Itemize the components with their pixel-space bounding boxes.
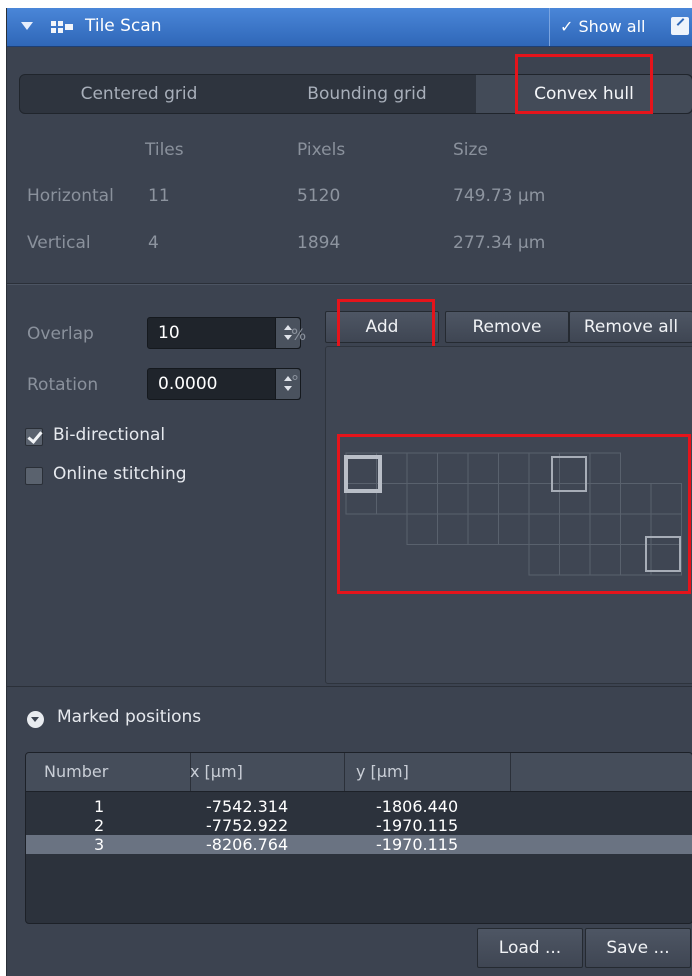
expand-circle-icon[interactable] <box>27 711 44 728</box>
undock-icon[interactable] <box>671 17 689 35</box>
divider <box>7 686 692 687</box>
collapse-chevron-icon[interactable] <box>21 22 33 30</box>
highlight-convex-hull <box>515 54 653 114</box>
column-number[interactable]: Number <box>26 753 191 791</box>
tile-scan-icon <box>51 21 73 33</box>
table-header: Number x [µm] y [µm] <box>26 753 692 792</box>
column-y[interactable]: y [µm] <box>356 753 511 791</box>
vertical-pixels: 1894 <box>297 233 341 253</box>
row-vertical-label: Vertical <box>27 233 91 253</box>
col-tiles: Tiles <box>145 140 184 160</box>
tile-scan-panel: Tile Scan ✓ Show all Centered grid Bound… <box>6 8 692 976</box>
overlap-spinbox[interactable]: 10 <box>147 317 301 349</box>
col-pixels: Pixels <box>297 140 346 160</box>
divider <box>7 284 692 285</box>
table-row[interactable]: 1 -7542.314 -1806.440 <box>26 797 692 816</box>
rotation-unit: ° <box>291 372 299 391</box>
marked-positions-label: Marked positions <box>57 707 202 727</box>
show-all-button[interactable]: ✓ Show all <box>549 8 655 46</box>
bi-directional-checkbox[interactable] <box>25 428 43 446</box>
online-stitching-checkbox[interactable] <box>25 467 43 485</box>
highlight-add <box>337 299 435 351</box>
row-x: -7542.314 <box>206 797 289 816</box>
horizontal-size: 749.73 µm <box>453 186 546 206</box>
remove-all-button[interactable]: Remove all <box>569 311 692 343</box>
row-number: 1 <box>94 797 105 816</box>
panel-title: Tile Scan <box>85 16 162 36</box>
marked-positions-table: Number x [µm] y [µm] 1 -7542.314 -1806.440… <box>25 752 692 924</box>
bi-directional-label[interactable]: Bi-directional <box>53 425 165 445</box>
row-y: -1970.115 <box>376 816 459 835</box>
row-y: -1970.115 <box>376 835 459 854</box>
row-x: -7752.922 <box>206 816 289 835</box>
row-horizontal-label: Horizontal <box>27 186 114 206</box>
vertical-tiles: 4 <box>148 233 159 253</box>
row-y: -1806.440 <box>376 797 459 816</box>
col-size: Size <box>453 140 488 160</box>
table-row[interactable]: 2 -7752.922 -1970.115 <box>26 816 692 835</box>
check-icon: ✓ <box>560 17 574 36</box>
rotation-spinbox[interactable]: 0.0000 <box>147 368 301 400</box>
row-number: 3 <box>94 835 105 854</box>
online-stitching-label[interactable]: Online stitching <box>53 464 187 484</box>
vertical-size: 277.34 µm <box>453 233 546 253</box>
overlap-unit: % <box>291 325 307 344</box>
rotation-value[interactable]: 0.0000 <box>158 374 217 394</box>
show-all-label: Show all <box>578 17 646 36</box>
horizontal-pixels: 5120 <box>297 186 341 206</box>
rotation-label: Rotation <box>27 375 99 395</box>
overlap-label: Overlap <box>27 324 94 344</box>
tab-bounding-grid[interactable]: Bounding grid <box>258 75 476 113</box>
horizontal-tiles: 11 <box>148 186 170 206</box>
tab-centered-grid[interactable]: Centered grid <box>20 75 258 113</box>
table-row[interactable]: 3 -8206.764 -1970.115 <box>26 835 692 854</box>
overlap-value[interactable]: 10 <box>158 323 180 343</box>
panel-header[interactable]: Tile Scan ✓ Show all <box>7 8 692 47</box>
row-x: -8206.764 <box>206 835 289 854</box>
row-number: 2 <box>94 816 105 835</box>
highlight-tile-grid <box>337 434 691 594</box>
column-x[interactable]: x [µm] <box>190 753 345 791</box>
save-button[interactable]: Save ... <box>585 928 691 968</box>
load-button[interactable]: Load ... <box>477 928 583 968</box>
remove-button[interactable]: Remove <box>445 311 569 343</box>
